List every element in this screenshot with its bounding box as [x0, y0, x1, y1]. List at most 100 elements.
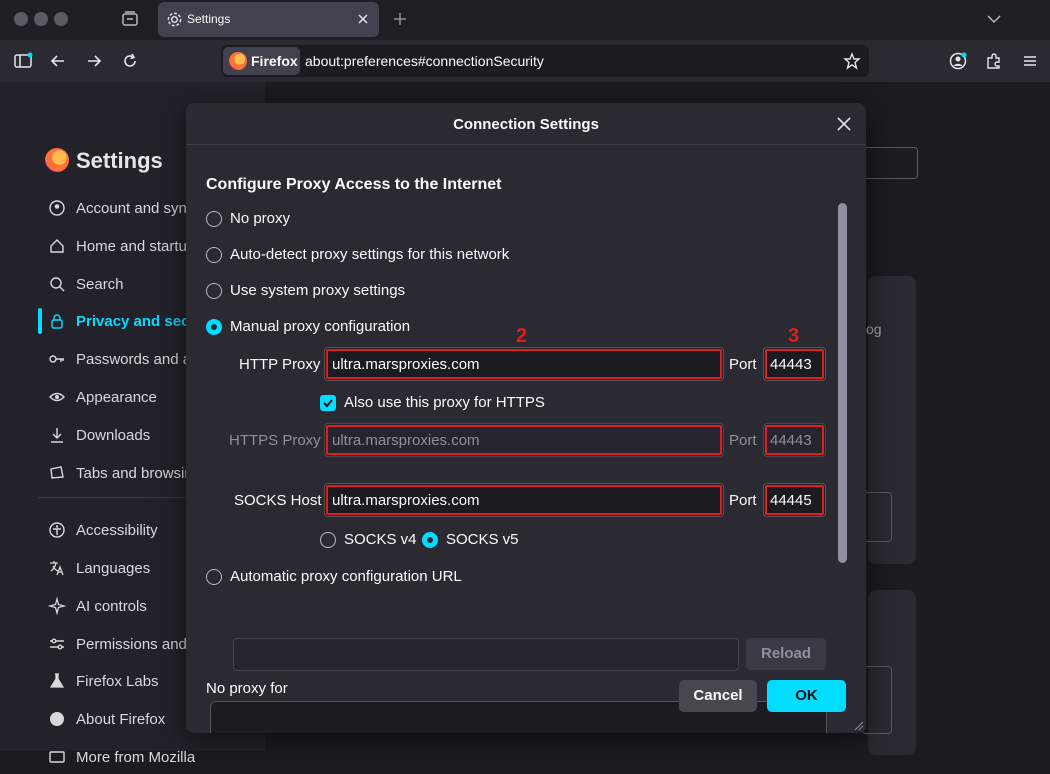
account-icon[interactable] — [948, 51, 968, 71]
menu-icon[interactable] — [1020, 51, 1040, 71]
zoom-window-button[interactable] — [54, 12, 68, 26]
http-port-label: Port — [729, 356, 757, 373]
annotation-2: 2 — [516, 325, 528, 347]
sliders-icon — [50, 638, 64, 650]
ok-button[interactable]: OK — [767, 680, 846, 712]
settings-button[interactable] — [862, 492, 892, 542]
url-bar[interactable]: Firefox about:preferences#connectionSecu… — [221, 45, 869, 77]
manual-proxy-label[interactable]: Manual proxy configuration — [230, 318, 410, 335]
navigation-toolbar: Firefox about:preferences#connectionSecu… — [0, 40, 1050, 82]
url-text[interactable]: about:preferences#connectionSecurity — [305, 53, 544, 69]
sidebar-item-label: Account and sync — [76, 200, 195, 217]
dialog-body: Configure Proxy Access to the Internet N… — [186, 145, 866, 733]
dialog-title: Connection Settings — [453, 116, 599, 133]
new-tab-icon[interactable] — [391, 10, 409, 28]
sidebar-item-label: Tabs and browsing — [76, 465, 202, 482]
identity-label: Firefox — [251, 53, 298, 69]
https-proxy-input[interactable]: ultra.marsproxies.com — [324, 423, 724, 457]
http-proxy-value: ultra.marsproxies.com — [332, 356, 480, 373]
system-proxy-radio[interactable] — [206, 283, 222, 299]
sidebar-item-label: Accessibility — [76, 522, 158, 539]
star-icon[interactable] — [843, 52, 861, 70]
connection-settings-dialog: Connection Settings Configure Proxy Acce… — [186, 103, 866, 733]
auto-config-url-input[interactable] — [233, 638, 739, 671]
socks-host-value: ultra.marsproxies.com — [332, 492, 480, 509]
find-in-settings-input[interactable] — [860, 147, 918, 179]
no-proxy-radio[interactable] — [206, 211, 222, 227]
close-window-button[interactable] — [14, 12, 28, 26]
sidebar-item-label: Languages — [76, 560, 151, 577]
sidebar-item-label: Permissions and — [76, 636, 187, 653]
close-icon[interactable] — [835, 115, 853, 133]
also-https-checkbox[interactable] — [320, 395, 336, 411]
https-port-input[interactable]: 44443 — [763, 423, 826, 457]
eye-icon — [49, 392, 65, 402]
sidebar-item-label: Appearance — [76, 389, 157, 406]
https-proxy-value: ultra.marsproxies.com — [332, 432, 480, 449]
dialog-header: Connection Settings — [186, 103, 866, 145]
reload-icon[interactable] — [120, 51, 140, 71]
annotation-3: 3 — [788, 325, 800, 347]
home-icon — [50, 239, 64, 253]
socks-v4-label[interactable]: SOCKS v4 — [344, 531, 417, 548]
also-https-label[interactable]: Also use this proxy for HTTPS — [344, 394, 545, 411]
section-title: Configure Proxy Access to the Internet — [206, 176, 502, 193]
minimize-window-button[interactable] — [34, 12, 48, 26]
sidebar-item-label: Home and startup — [76, 238, 196, 255]
settings-title: Settings — [76, 148, 163, 173]
http-proxy-label: HTTP Proxy — [239, 356, 321, 373]
forward-icon[interactable] — [84, 51, 104, 71]
back-icon[interactable] — [48, 51, 68, 71]
close-tab-icon[interactable] — [355, 11, 371, 27]
socks-port-input[interactable]: 44445 — [763, 483, 826, 517]
settings-text-fragment: og — [866, 321, 882, 337]
socks-host-input[interactable]: ultra.marsproxies.com — [324, 483, 724, 517]
http-proxy-input[interactable]: ultra.marsproxies.com — [324, 347, 724, 381]
no-proxy-label[interactable]: No proxy — [230, 210, 290, 227]
firefox-logo-icon — [45, 148, 69, 172]
tab-overview-icon[interactable] — [121, 10, 139, 28]
cancel-button[interactable]: Cancel — [679, 680, 757, 712]
auto-detect-radio[interactable] — [206, 247, 222, 263]
system-proxy-label[interactable]: Use system proxy settings — [230, 282, 405, 299]
account-icon — [49, 200, 65, 216]
firefox-icon — [50, 712, 64, 726]
scrollbar-thumb[interactable] — [838, 203, 847, 563]
sparkle-icon — [48, 597, 66, 615]
tab-bar: Settings — [0, 0, 1050, 40]
auto-config-url-label[interactable]: Automatic proxy configuration URL — [230, 568, 462, 585]
socks-v4-radio[interactable] — [320, 532, 336, 548]
chevron-down-icon[interactable] — [985, 11, 1003, 27]
socks-port-value: 44445 — [770, 492, 812, 509]
language-icon — [50, 561, 64, 576]
reload-button[interactable]: Reload — [746, 638, 826, 670]
socks-v5-radio[interactable] — [422, 532, 438, 548]
auto-config-url-radio[interactable] — [206, 569, 222, 585]
http-port-value: 44443 — [770, 356, 812, 373]
tab-settings[interactable]: Settings — [158, 2, 379, 37]
auto-detect-label[interactable]: Auto-detect proxy settings for this netw… — [230, 246, 509, 263]
tab-title: Settings — [187, 12, 231, 26]
identity-box[interactable]: Firefox — [223, 47, 300, 75]
manual-proxy-radio[interactable] — [206, 319, 222, 335]
extensions-icon[interactable] — [984, 51, 1004, 71]
http-port-input[interactable]: 44443 — [763, 347, 826, 381]
socks-port-label: Port — [729, 492, 757, 509]
download-icon — [51, 428, 63, 443]
settings-button[interactable] — [862, 666, 892, 734]
key-icon — [49, 355, 64, 363]
sidebar-item-more[interactable]: More from Mozilla — [40, 740, 265, 774]
lock-icon — [51, 314, 63, 329]
socks-v5-label[interactable]: SOCKS v5 — [446, 531, 519, 548]
sidebar-item-label: Firefox Labs — [76, 673, 159, 690]
https-proxy-label: HTTPS Proxy — [229, 432, 321, 449]
no-proxy-for-label: No proxy for — [206, 680, 288, 697]
sidebar-item-label: AI controls — [76, 598, 147, 615]
sidebar-icon[interactable] — [13, 51, 33, 71]
sidebar-item-label: Downloads — [76, 427, 151, 444]
https-port-label: Port — [729, 432, 757, 449]
gear-icon — [167, 12, 182, 27]
resize-grip-icon[interactable] — [852, 719, 864, 731]
sidebar-item-label: About Firefox — [76, 711, 166, 728]
sidebar-item-label: Search — [76, 276, 124, 293]
